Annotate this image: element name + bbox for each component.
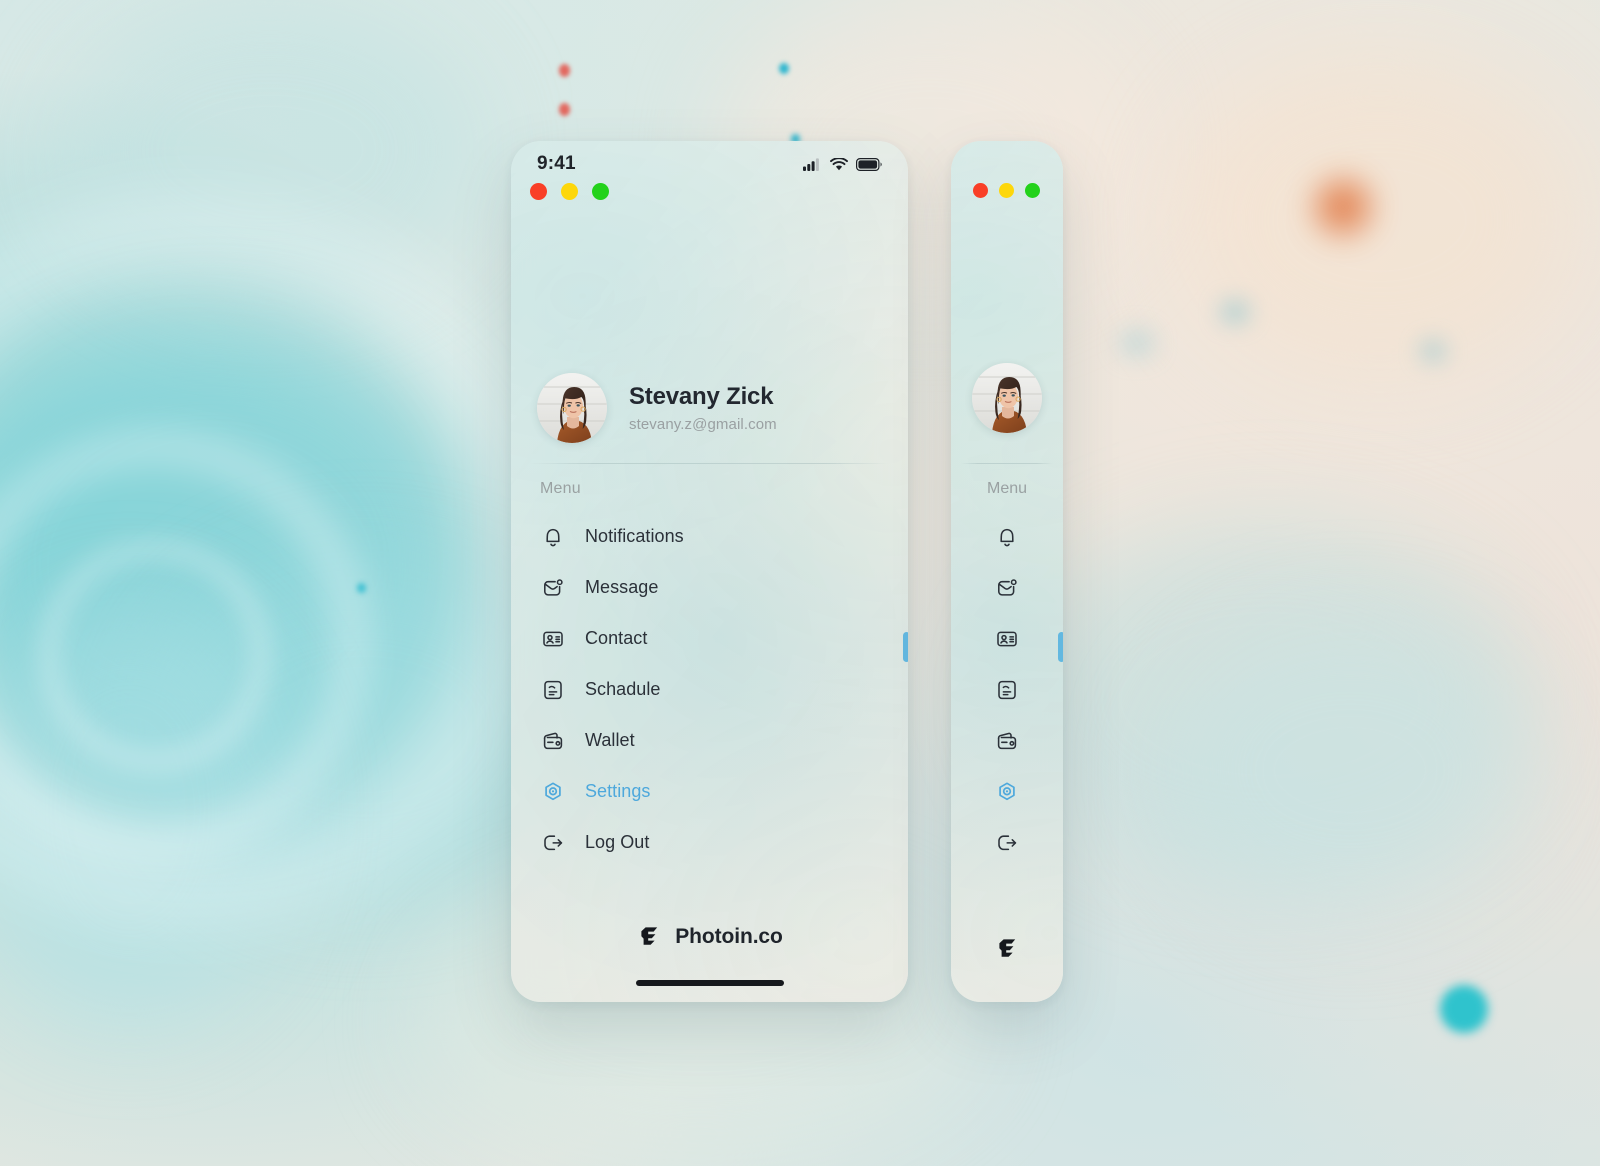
background-grain — [0, 0, 300, 150]
battery-icon — [856, 157, 882, 171]
background-dot — [1420, 340, 1446, 362]
menu-item-notifications[interactable] — [951, 511, 1063, 562]
menu-item-notifications[interactable]: Notifications — [511, 511, 908, 562]
background-red-dot — [559, 64, 570, 77]
profile-divider — [529, 463, 890, 464]
window-close-button[interactable] — [530, 183, 547, 200]
logout-icon — [998, 834, 1017, 850]
profile-divider — [961, 463, 1053, 464]
window-minimize-button[interactable] — [999, 183, 1014, 198]
window-minimize-button[interactable] — [561, 183, 578, 200]
window-close-button[interactable] — [973, 183, 988, 198]
message-icon — [544, 578, 563, 596]
bell-icon — [1000, 528, 1014, 546]
contact-card-icon — [543, 631, 563, 646]
status-clock: 9:41 — [537, 153, 576, 174]
background-dot — [1120, 330, 1154, 356]
menu-item-settings[interactable]: Settings — [511, 766, 908, 817]
menu-item-label: Settings — [585, 781, 651, 801]
menu-item-settings[interactable] — [951, 766, 1063, 817]
window-maximize-button[interactable] — [1025, 183, 1040, 198]
collapsed-sidebar-panel: Menu — [951, 141, 1063, 1002]
menu-item-schadule[interactable]: Schadule — [511, 664, 908, 715]
menu-section-label: Menu — [986, 480, 1028, 497]
message-icon — [998, 578, 1017, 596]
profile-name: Stevany Zick — [629, 383, 774, 411]
background-blob — [1160, 620, 1540, 920]
photoin-logo-icon — [999, 939, 1016, 957]
menu-item-label: Wallet — [585, 730, 635, 750]
logout-icon — [544, 834, 563, 850]
menu-item-log-out[interactable]: Log Out — [511, 817, 908, 868]
schedule-document-icon — [998, 680, 1016, 699]
wallet-icon — [543, 732, 563, 749]
menu-list: Notifications Message Contact Schadule W… — [511, 511, 908, 868]
profile-email: stevany.z@gmail.com — [629, 415, 777, 433]
active-item-indicator[interactable] — [1058, 632, 1063, 662]
background-teal-dot-large — [1440, 985, 1488, 1033]
wallet-icon — [997, 732, 1017, 749]
menu-item-label: Schadule — [585, 679, 661, 699]
settings-gear-icon — [545, 781, 561, 800]
schedule-document-icon — [544, 680, 562, 699]
brand-name: Photoin.co — [675, 925, 783, 948]
avatar[interactable] — [972, 363, 1042, 433]
profile-header-mini[interactable] — [951, 363, 1063, 433]
menu-item-label: Log Out — [585, 832, 650, 852]
profile-header[interactable]: Stevany Zick stevany.z@gmail.com — [511, 353, 908, 463]
settings-gear-icon — [999, 781, 1015, 800]
menu-item-schadule[interactable] — [951, 664, 1063, 715]
brand-footer-mini — [951, 936, 1063, 962]
brand-footer: Photoin.co — [511, 924, 908, 950]
menu-item-wallet[interactable]: Wallet — [511, 715, 908, 766]
window-maximize-button[interactable] — [592, 183, 609, 200]
home-indicator[interactable] — [635, 980, 784, 986]
cellular-signal-icon — [803, 157, 819, 171]
menu-item-label: Notifications — [585, 526, 684, 546]
background-dot — [1220, 300, 1250, 324]
menu-item-label: Contact — [585, 628, 648, 648]
avatar[interactable] — [537, 373, 607, 443]
contact-card-icon — [997, 631, 1017, 646]
menu-list-mini — [951, 511, 1063, 868]
menu-item-wallet[interactable] — [951, 715, 1063, 766]
menu-section-label: Menu — [540, 480, 581, 497]
active-item-indicator[interactable] — [903, 632, 908, 662]
background-swirl — [40, 540, 270, 770]
status-bar: 9:41 — [511, 141, 908, 187]
background-teal-dot — [779, 63, 789, 74]
photoin-logo-icon — [641, 927, 658, 945]
menu-item-label: Message — [585, 577, 659, 597]
menu-item-contact[interactable]: Contact — [511, 613, 908, 664]
window-controls — [530, 183, 609, 200]
status-icons — [803, 157, 882, 171]
menu-item-message[interactable] — [951, 562, 1063, 613]
menu-item-contact[interactable] — [951, 613, 1063, 664]
background-teal-dot — [357, 583, 366, 593]
background-blob — [1180, 60, 1580, 380]
bell-icon — [546, 528, 560, 546]
expanded-sidebar-panel: 9:41 Stevany Zick stevany.z@gmail.com Me… — [511, 141, 908, 1002]
background-orange-dot — [1316, 180, 1370, 234]
menu-item-message[interactable]: Message — [511, 562, 908, 613]
menu-item-log-out[interactable] — [951, 817, 1063, 868]
background-red-dot — [559, 103, 570, 116]
window-controls-mini — [973, 183, 1040, 198]
wifi-icon — [830, 157, 848, 170]
profile-text: Stevany Zick stevany.z@gmail.com — [629, 383, 777, 433]
avatar-portrait — [537, 373, 607, 443]
avatar-portrait — [972, 363, 1042, 433]
